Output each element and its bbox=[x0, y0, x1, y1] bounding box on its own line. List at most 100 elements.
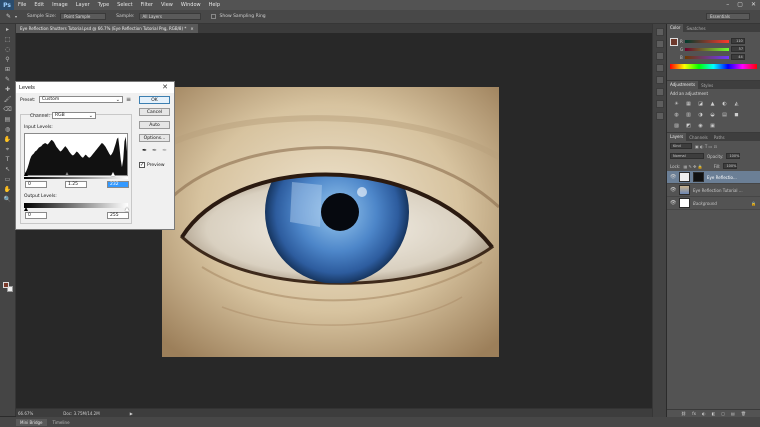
brightness-contrast-icon[interactable]: ☀ bbox=[673, 101, 680, 108]
tab-timeline[interactable]: Timeline bbox=[49, 419, 74, 426]
blue-slider[interactable] bbox=[684, 55, 729, 59]
clone-source-icon[interactable] bbox=[655, 64, 664, 72]
cancel-button[interactable]: Cancel bbox=[139, 108, 170, 116]
path-select-tool-icon[interactable]: ⌖ bbox=[3, 146, 12, 154]
menu-window[interactable]: Window bbox=[177, 2, 205, 8]
tab-adjustments[interactable]: Adjustments bbox=[667, 81, 699, 89]
eyedropper-tool-icon[interactable]: ✎ bbox=[3, 76, 12, 84]
character-panel-icon[interactable] bbox=[655, 88, 664, 96]
new-group-icon[interactable]: ▢ bbox=[721, 411, 725, 416]
exposure-icon[interactable]: ▲ bbox=[709, 101, 716, 108]
black-white-icon[interactable]: ▥ bbox=[685, 112, 692, 119]
actions-panel-icon[interactable] bbox=[655, 112, 664, 120]
menu-layer[interactable]: Layer bbox=[72, 2, 94, 8]
new-adjustment-icon[interactable]: ◧ bbox=[711, 411, 715, 416]
photo-filter-icon[interactable]: ◑ bbox=[697, 112, 704, 119]
tab-paths[interactable]: Paths bbox=[711, 135, 728, 140]
red-slider[interactable] bbox=[684, 39, 729, 43]
marquee-tool-icon[interactable]: ⬚ bbox=[3, 36, 12, 44]
eye-photo[interactable] bbox=[162, 87, 499, 357]
preview-checkbox[interactable]: ✓ bbox=[139, 162, 145, 168]
menu-select[interactable]: Select bbox=[113, 2, 136, 8]
brush-panel-icon[interactable] bbox=[655, 52, 664, 60]
lasso-tool-icon[interactable]: ◌ bbox=[3, 46, 12, 54]
doc-size[interactable]: Doc: 3.75M/14.2M bbox=[63, 411, 99, 416]
eraser-tool-icon[interactable]: ⌫ bbox=[3, 106, 12, 114]
preset-menu-icon[interactable]: ≡ bbox=[126, 96, 131, 103]
new-layer-icon[interactable]: ▤ bbox=[731, 411, 735, 416]
link-layers-icon[interactable]: ⛓ bbox=[681, 411, 686, 416]
red-value[interactable]: 110 bbox=[730, 38, 745, 44]
curves-icon[interactable]: ◪ bbox=[697, 101, 704, 108]
green-slider[interactable] bbox=[685, 47, 730, 51]
layer-kind-select[interactable]: Kind bbox=[670, 143, 692, 149]
status-menu-arrow-icon[interactable]: ▶ bbox=[130, 411, 133, 416]
brush-tool-icon[interactable]: 🖌 bbox=[3, 96, 12, 104]
properties-panel-icon[interactable] bbox=[655, 40, 664, 48]
options-button[interactable]: Options... bbox=[139, 134, 170, 142]
filter-icons[interactable]: ▣ ◐ T ▭ ⊡ bbox=[695, 144, 717, 149]
paragraph-panel-icon[interactable] bbox=[655, 100, 664, 108]
delete-layer-icon[interactable]: 🗑 bbox=[741, 411, 746, 416]
channel-mixer-icon[interactable]: ◒ bbox=[709, 112, 716, 119]
menu-file[interactable]: File bbox=[14, 2, 30, 8]
posterize-icon[interactable]: ▨ bbox=[673, 123, 680, 130]
menu-help[interactable]: Help bbox=[205, 2, 224, 8]
type-tool-icon[interactable]: T bbox=[3, 156, 12, 164]
color-lookup-icon[interactable]: ▤ bbox=[721, 112, 728, 119]
black-point-slider[interactable] bbox=[24, 172, 28, 176]
levels-icon[interactable]: ▦ bbox=[685, 101, 692, 108]
selective-color-icon[interactable]: ◉ bbox=[697, 123, 704, 130]
add-mask-icon[interactable]: ◐ bbox=[702, 411, 706, 416]
zoom-level[interactable]: 66.67% bbox=[18, 411, 33, 416]
input-gamma-field[interactable]: 1.25 bbox=[65, 181, 87, 188]
crop-tool-icon[interactable]: ⊞ bbox=[3, 66, 12, 74]
sample-select[interactable]: All Layers bbox=[138, 13, 201, 20]
visibility-eye-icon[interactable]: 👁 bbox=[670, 174, 676, 180]
show-sampling-ring-checkbox[interactable] bbox=[210, 14, 216, 19]
levels-dialog-titlebar[interactable]: Levels ✕ bbox=[16, 82, 174, 93]
opacity-input[interactable]: 100% bbox=[726, 153, 741, 159]
gray-eyedropper-icon[interactable]: ✒ bbox=[152, 147, 157, 154]
move-tool-icon[interactable]: ▸ bbox=[3, 26, 12, 34]
tab-swatches[interactable]: Swatches bbox=[683, 26, 708, 31]
layer-style-icon[interactable]: fx bbox=[692, 411, 696, 416]
hue-saturation-icon[interactable]: ◭ bbox=[733, 101, 740, 108]
menu-edit[interactable]: Edit bbox=[30, 2, 48, 8]
gamma-slider[interactable] bbox=[65, 172, 69, 176]
vibrance-icon[interactable]: ◐ bbox=[721, 101, 728, 108]
color-balance-icon[interactable]: ◍ bbox=[673, 112, 680, 119]
output-black-field[interactable]: 0 bbox=[25, 212, 47, 219]
blue-value[interactable]: 44 bbox=[730, 54, 745, 60]
close-dialog-icon[interactable]: ✕ bbox=[162, 83, 168, 91]
black-eyedropper-icon[interactable]: ✒ bbox=[142, 147, 147, 154]
dodge-tool-icon[interactable]: ◍ bbox=[3, 126, 12, 134]
workspace-select[interactable]: Essentials bbox=[706, 13, 750, 20]
menu-view[interactable]: View bbox=[157, 2, 177, 8]
pen-tool-icon[interactable]: ✋ bbox=[3, 136, 12, 144]
minimize-button[interactable]: – bbox=[726, 1, 729, 8]
output-white-slider[interactable] bbox=[125, 207, 129, 211]
document-tab[interactable]: Eye Reflection Shutters Tutorial.psd @ 6… bbox=[16, 24, 198, 33]
hand-tool-icon[interactable]: ✋ bbox=[3, 186, 12, 194]
tab-color[interactable]: Color bbox=[667, 24, 684, 32]
menu-type[interactable]: Type bbox=[94, 2, 113, 8]
menu-filter[interactable]: Filter bbox=[137, 2, 157, 8]
fill-input[interactable]: 100% bbox=[723, 163, 738, 169]
layer-row-eye-reflection-tutorial[interactable]: 👁 Eye Reflection Tutorial ... bbox=[667, 184, 760, 197]
auto-button[interactable]: Auto bbox=[139, 121, 170, 129]
output-white-field[interactable]: 255 bbox=[107, 212, 129, 219]
color-fg-preview[interactable] bbox=[670, 38, 678, 46]
eyedropper-tool-icon[interactable]: ✎ bbox=[6, 13, 11, 20]
green-value[interactable]: 57 bbox=[731, 46, 746, 52]
blend-mode-select[interactable]: Normal bbox=[670, 153, 704, 159]
preset-select[interactable]: Custom ⌄ bbox=[39, 96, 123, 103]
direct-select-tool-icon[interactable]: ↖ bbox=[3, 166, 12, 174]
sample-size-select[interactable]: Point Sample bbox=[60, 13, 107, 20]
input-white-field[interactable]: 232 bbox=[107, 181, 129, 188]
invert-icon[interactable]: ◼ bbox=[733, 112, 740, 119]
foreground-color-swatch[interactable] bbox=[3, 282, 9, 288]
tab-mini-bridge[interactable]: Mini Bridge bbox=[16, 418, 47, 426]
gradient-map-icon[interactable]: ▣ bbox=[709, 123, 716, 130]
white-point-slider[interactable] bbox=[111, 172, 115, 176]
